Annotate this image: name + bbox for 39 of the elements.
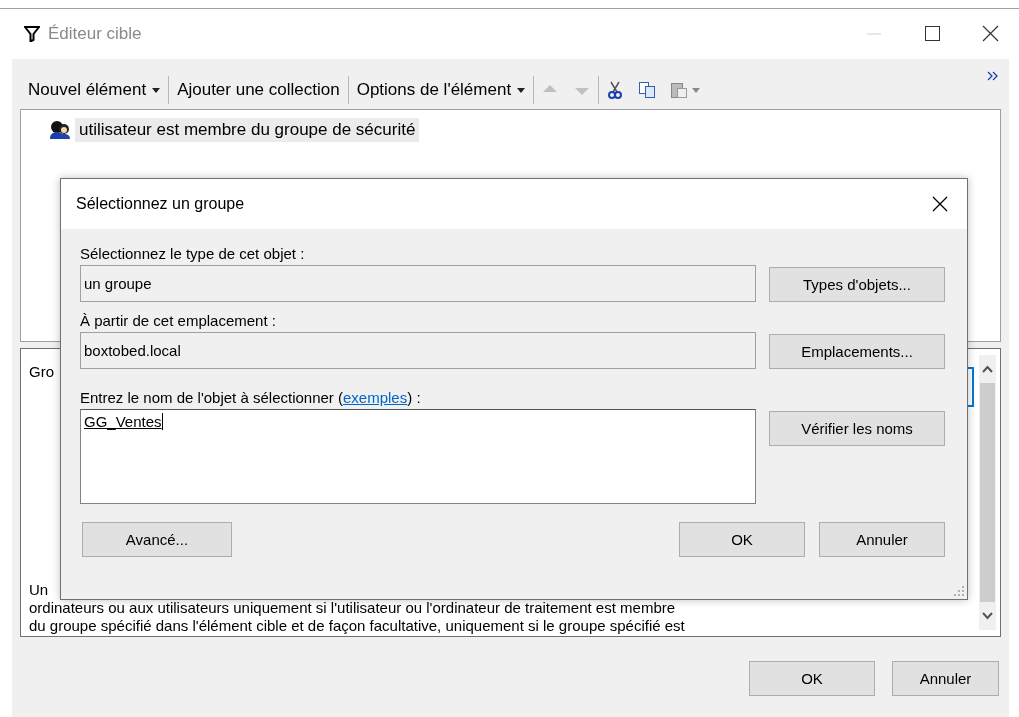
caret-icon[interactable] [692, 87, 701, 93]
description-text: du groupe spécifié dans l'élément cible et de façon facultative, uniquement si le groupe spécifié est [29, 617, 685, 635]
description-text: Un [29, 581, 49, 599]
examples-link[interactable]: exemples [343, 389, 408, 406]
location-field: boxtobed.local [80, 332, 756, 369]
object-types-button[interactable]: Types d'objets... [769, 267, 945, 302]
close-icon[interactable] [931, 195, 949, 213]
overflow-icon[interactable] [987, 71, 999, 81]
description-text: ordinateurs ou aux utilisateurs uniquement si l'utilisateur ou l'ordinateur de traitement est membre [29, 599, 676, 617]
object-type-field: un groupe [80, 265, 756, 302]
locations-button[interactable]: Emplacements... [769, 334, 945, 369]
dropdown-button[interactable]: Nouvel élément [20, 75, 169, 105]
description-text: Gro [29, 363, 54, 380]
scroll-down-icon[interactable] [982, 612, 993, 620]
dropdown-button[interactable]: Options de l'élément [348, 75, 534, 105]
advanced-button[interactable]: Avancé... [82, 522, 232, 557]
window-title: Éditeur cible [48, 24, 142, 44]
cancel-button[interactable]: Annuler [819, 522, 945, 557]
paste-icon[interactable] [670, 81, 689, 99]
ok-button[interactable]: OK [749, 661, 875, 696]
resize-grip-icon[interactable] [954, 586, 964, 596]
object-name-field[interactable]: GG_Ventes [80, 409, 756, 504]
funnel-icon [24, 26, 40, 42]
caret-icon [517, 87, 526, 93]
check-names-button[interactable]: Vérifier les noms [769, 411, 945, 446]
toolbar-button[interactable]: Ajouter une collection [169, 75, 348, 105]
copy-icon[interactable] [638, 81, 657, 99]
caret-icon [152, 87, 161, 93]
cancel-button[interactable]: Annuler [892, 661, 999, 696]
scroll-up-icon[interactable] [982, 365, 993, 373]
tree-item[interactable]: utilisateur est membre du groupe de sécurité [75, 118, 420, 142]
field-label: À partir de cet emplacement : [80, 312, 277, 331]
dialog-title: Sélectionnez un groupe [76, 195, 246, 213]
users-icon [49, 120, 71, 140]
field-label: Sélectionnez le type de cet objet : [80, 245, 306, 264]
field-label: Entrez le nom de l'objet à sélectionner (exemples) : [80, 389, 422, 408]
cut-icon[interactable] [606, 81, 625, 99]
ok-button[interactable]: OK [679, 522, 805, 557]
scrollbar[interactable] [979, 355, 996, 630]
